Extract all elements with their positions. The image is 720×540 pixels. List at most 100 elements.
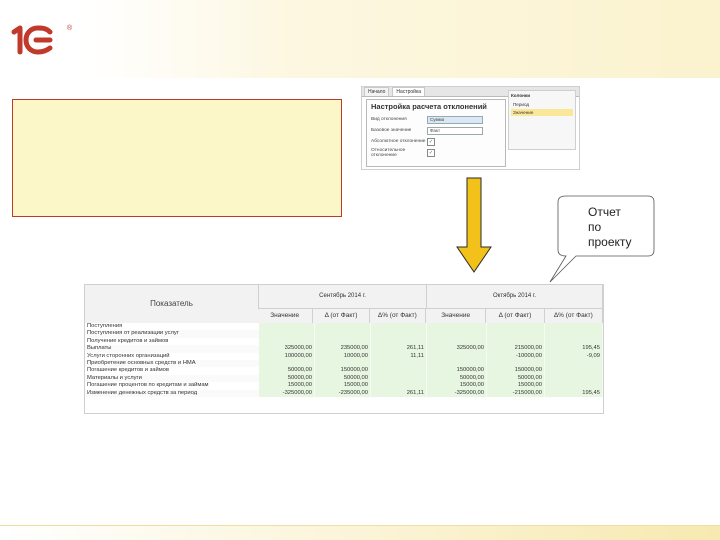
table-row[interactable]: Погашение процентов по кредитам и займам… <box>85 382 603 390</box>
note-panel <box>12 99 342 217</box>
row-value-cell <box>487 337 545 346</box>
row-value-cell <box>315 359 371 368</box>
1c-logo: ® <box>11 24 73 55</box>
table-row[interactable]: Услуги сторонних организаций 100000,00 100… <box>85 352 603 360</box>
row-value-cell <box>315 323 371 331</box>
relative-deviation-checkbox[interactable]: ✓ <box>427 148 435 157</box>
table-row[interactable]: Выплаты 325000,00 235000,00 261,11 325000,00… <box>85 345 603 353</box>
row-value-cell <box>427 337 487 346</box>
table-row[interactable]: Материалы и услуги 50000,00 50000,00 50000,… <box>85 374 603 383</box>
column-item-value[interactable]: Значение <box>511 109 573 116</box>
row-value-cell <box>259 330 315 338</box>
field-label: Базовое значение <box>371 128 412 133</box>
callout-line: Отчет <box>588 205 621 219</box>
row-value-cell <box>371 367 427 375</box>
subcol-delta-pct: Δ% (от Факт) <box>544 309 603 323</box>
row-value-cell <box>315 337 371 346</box>
table-row[interactable]: Изменение денежных средств за период -325… <box>85 389 603 397</box>
row-value-cell: 325000,00 <box>259 345 315 353</box>
tab-start[interactable]: Начало <box>364 87 390 96</box>
row-value-cell: 11,11 <box>371 352 427 360</box>
row-value-cell: 15000,00 <box>315 382 371 390</box>
subcol-value: Значение <box>426 309 487 323</box>
footer-stripe <box>0 525 720 540</box>
field-label: Относительное отклонение <box>371 147 406 158</box>
row-value-cell: 50000,00 <box>487 374 545 383</box>
row-value-cell <box>371 337 427 346</box>
header-stripe <box>0 0 720 78</box>
settings-dialog: Настройка расчета отклонений Вид отклоне… <box>366 99 506 167</box>
row-value-cell: 261,11 <box>371 345 427 353</box>
table-row[interactable]: Получение кредитов и займов <box>85 337 603 346</box>
table-row[interactable]: Приобретение основных средств и НМА <box>85 359 603 368</box>
tab-settings[interactable]: Настройка <box>392 87 426 96</box>
row-indicator-name: Приобретение основных средств и НМА <box>85 359 259 368</box>
row-value-cell: 10000,00 <box>315 352 371 360</box>
row-value-cell <box>487 323 545 331</box>
field-label: Абсолютное отклонение <box>371 139 426 144</box>
row-value-cell <box>259 337 315 346</box>
month-header-october: Октябрь 2014 г. <box>427 285 604 309</box>
table-row[interactable]: Поступления от реализации услуг <box>85 330 603 338</box>
row-value-cell: 15000,00 <box>259 382 315 390</box>
row-value-cell <box>545 337 603 346</box>
row-value-cell <box>259 323 315 331</box>
row-value-cell: 50000,00 <box>259 367 315 375</box>
row-value-cell: 50000,00 <box>259 374 315 383</box>
table-row[interactable]: Погашение кредитов и займов 50000,00 15000… <box>85 367 603 375</box>
deviation-type-input[interactable]: Сумма <box>427 115 483 124</box>
row-value-cell: 195,45 <box>545 345 603 353</box>
month-header-september: Сентябрь 2014 г. <box>259 285 428 309</box>
absolute-deviation-checkbox[interactable]: ✓ <box>427 137 435 146</box>
row-value-cell <box>315 330 371 338</box>
callout-line: проекту <box>588 235 632 249</box>
row-value-cell <box>545 330 603 338</box>
row-value-cell <box>487 359 545 368</box>
row-value-cell <box>545 359 603 368</box>
report-header-subcolumns: Значение Δ (от Факт) Δ% (от Факт) Значен… <box>85 309 603 323</box>
row-value-cell: 150000,00 <box>487 367 545 375</box>
row-value-cell: -9,09 <box>545 352 603 360</box>
row-value-cell <box>427 359 487 368</box>
row-value-cell: 261,11 <box>371 389 427 397</box>
row-value-cell: 235000,00 <box>315 345 371 353</box>
row-value-cell <box>371 374 427 383</box>
column-item-period[interactable]: Период <box>511 101 573 108</box>
row-value-cell <box>371 323 427 331</box>
down-arrow-icon <box>456 177 492 273</box>
row-value-cell <box>545 367 603 375</box>
row-value-cell: 325000,00 <box>427 345 487 353</box>
row-value-cell <box>371 382 427 390</box>
row-value-cell: 50000,00 <box>315 374 371 383</box>
row-value-cell: 150000,00 <box>427 367 487 375</box>
row-indicator-name: Материалы и услуги <box>85 374 259 383</box>
base-value-input[interactable]: Факт <box>427 126 483 135</box>
dialog-screenshot: Начало Настройка Настройка расчета откло… <box>361 86 580 170</box>
row-value-cell <box>371 330 427 338</box>
columns-pane-header: Колонки <box>511 93 531 98</box>
row-value-cell: -325000,00 <box>427 389 487 397</box>
row-value-cell: 215000,00 <box>487 345 545 353</box>
row-value-cell: 150000,00 <box>315 367 371 375</box>
subcol-delta: Δ (от Факт) <box>486 309 545 323</box>
row-value-cell: 15000,00 <box>427 382 487 390</box>
row-value-cell <box>545 374 603 383</box>
row-value-cell: 100000,00 <box>259 352 315 360</box>
row-value-cell: 50000,00 <box>427 374 487 383</box>
row-value-cell: 15000,00 <box>487 382 545 390</box>
row-value-cell: -10000,00 <box>487 352 545 360</box>
field-base-value: Базовое значение Факт <box>367 125 505 136</box>
field-relative-deviation: Относительное отклонение ✓ <box>367 147 505 158</box>
row-value-cell <box>487 330 545 338</box>
project-report-table: Показатель Сентябрь 2014 г. Октябрь 2014… <box>84 284 604 414</box>
table-row[interactable]: Поступления <box>85 323 603 331</box>
row-value-cell <box>427 323 487 331</box>
subcol-value: Значение <box>256 309 314 323</box>
row-indicator-name: Услуги сторонних организаций <box>87 352 170 359</box>
field-label: Вид отклонения <box>371 117 407 122</box>
row-indicator-name: Погашение кредитов и займов <box>87 367 169 374</box>
columns-pane: Колонки Период Значение <box>508 90 576 150</box>
row-indicator-name: Поступления от реализации услуг <box>85 330 259 338</box>
callout-text: Отчет по проекту <box>588 205 632 250</box>
row-value-cell <box>545 323 603 331</box>
